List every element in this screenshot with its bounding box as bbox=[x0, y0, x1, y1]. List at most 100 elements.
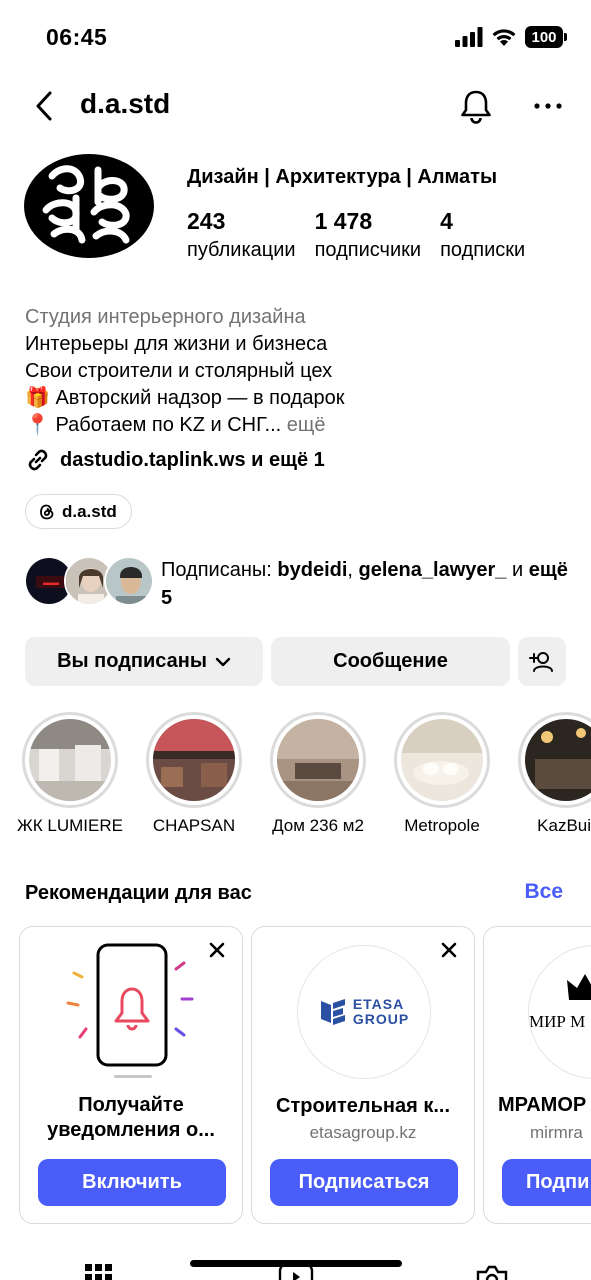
bio-line: Интерьеры для жизни и бизнеса bbox=[25, 333, 328, 355]
stat-posts[interactable]: 243 публикации bbox=[187, 208, 296, 262]
profile-bio: Студия интерьерного дизайна Интерьеры дл… bbox=[25, 304, 575, 439]
recommendation-name: МРАМОР bbox=[498, 1094, 587, 1116]
recommendation-card: МИР М МРАМОР mirmra Подпи bbox=[483, 926, 591, 1224]
highlight-ring bbox=[22, 712, 118, 808]
highlight-item[interactable]: CHAPSAN bbox=[139, 712, 249, 836]
follower-username: bydeidi bbox=[277, 559, 348, 581]
recommendation-card: Получайте уведомления о... Включить bbox=[19, 926, 243, 1224]
stat-number: 243 bbox=[187, 208, 226, 234]
suggested-users-button[interactable] bbox=[518, 637, 566, 686]
bio-line: Свои строители и столярный цех bbox=[25, 360, 333, 382]
threads-icon bbox=[40, 504, 54, 519]
see-all-link[interactable]: Все bbox=[524, 880, 563, 904]
follow-button[interactable]: Подпи bbox=[502, 1159, 591, 1206]
following-button[interactable]: Вы подписаны bbox=[25, 637, 263, 686]
stat-label: публикации bbox=[187, 239, 296, 261]
grid-icon[interactable] bbox=[84, 1262, 114, 1280]
profile-header: d.a.std bbox=[0, 76, 591, 136]
recommendation-name-line: Получайте bbox=[78, 1094, 184, 1116]
highlight-label: KazBuil bbox=[537, 816, 591, 835]
highlight-item[interactable]: Дом 236 м2 bbox=[263, 712, 373, 836]
avatar-logo-icon bbox=[24, 154, 154, 258]
recommendations-title: Рекомендации для вас bbox=[25, 882, 252, 904]
chevron-left-icon bbox=[36, 91, 52, 121]
avatar[interactable] bbox=[24, 154, 156, 258]
enable-button[interactable]: Включить bbox=[38, 1159, 226, 1206]
avatar bbox=[104, 556, 154, 606]
status-time: 06:45 bbox=[46, 24, 108, 50]
recommendation-name: Получайте уведомления о... bbox=[20, 1093, 242, 1143]
stat-following[interactable]: 4 подписки bbox=[440, 208, 525, 262]
recommendation-subtitle: mirmra bbox=[530, 1123, 583, 1142]
close-icon[interactable] bbox=[438, 939, 460, 961]
highlight-label: ЖК LUMIERE bbox=[17, 816, 123, 835]
stat-number: 1 478 bbox=[314, 208, 373, 234]
profile-category: Дизайн | Архитектура | Алматы bbox=[187, 166, 498, 188]
highlight-ring bbox=[270, 712, 366, 808]
chevron-down-icon bbox=[215, 657, 231, 666]
stat-label: подписки bbox=[440, 239, 526, 261]
page-title: d.a.std bbox=[80, 88, 171, 119]
mutual-followers-text[interactable]: Подписаны: bydeidi, gelena_lawyer_ и ещё… bbox=[161, 556, 571, 612]
notifications-button[interactable] bbox=[456, 86, 496, 126]
mir-logo-text: МИР М bbox=[529, 1012, 586, 1031]
stat-followers[interactable]: 1 478 подписчики bbox=[315, 208, 421, 262]
highlight-item[interactable]: Metropole bbox=[387, 712, 497, 836]
highlight-thumbnail bbox=[277, 719, 359, 801]
status-icons: 100 bbox=[455, 26, 567, 48]
highlight-thumbnail bbox=[401, 719, 483, 801]
back-button[interactable] bbox=[24, 86, 64, 126]
story-highlights: ЖК LUMIERE CHAPSAN Дом 236 м2 Metropole … bbox=[0, 712, 591, 842]
add-person-icon bbox=[529, 651, 553, 672]
highlight-label: Дом 236 м2 bbox=[272, 816, 364, 835]
message-label: Сообщение bbox=[333, 650, 448, 672]
highlight-item[interactable]: ЖК LUMIERE bbox=[15, 712, 125, 836]
recommendation-card: ETASA GROUP Строительная к... etasagroup… bbox=[251, 926, 475, 1224]
followed-prefix: Подписаны: bbox=[161, 559, 278, 581]
more-horizontal-icon bbox=[534, 103, 562, 109]
follower-username: gelena_lawyer_ bbox=[358, 559, 507, 581]
highlight-thumbnail bbox=[29, 719, 111, 801]
battery-indicator: 100 bbox=[525, 26, 567, 48]
profile-actions: Вы подписаны Сообщение bbox=[25, 637, 566, 686]
message-button[interactable]: Сообщение bbox=[271, 637, 510, 686]
follow-button[interactable]: Подписаться bbox=[270, 1159, 458, 1206]
link-icon bbox=[28, 449, 48, 471]
followed-suffix: и bbox=[506, 559, 529, 581]
tagged-photos-icon[interactable] bbox=[474, 1262, 510, 1280]
avatar-image bbox=[106, 558, 152, 604]
avatar[interactable]: МИР М bbox=[528, 945, 591, 1079]
etasa-logo-icon bbox=[320, 999, 345, 1025]
home-indicator bbox=[190, 1260, 402, 1267]
highlight-ring bbox=[146, 712, 242, 808]
bio-line: 📍 Работаем по KZ и СНГ... bbox=[25, 414, 282, 436]
logo-line: ETASA bbox=[352, 996, 405, 1012]
following-label: Вы подписаны bbox=[57, 650, 207, 672]
avatar[interactable]: ETASA GROUP bbox=[297, 945, 431, 1079]
cellular-signal-icon bbox=[455, 27, 483, 47]
highlight-item[interactable]: KazBuil bbox=[511, 712, 591, 836]
highlight-ring bbox=[394, 712, 490, 808]
recommendation-name-line: уведомления о... bbox=[47, 1119, 215, 1141]
wifi-icon bbox=[492, 29, 516, 46]
svg-text:▬▬: ▬▬ bbox=[43, 578, 59, 587]
bell-icon bbox=[461, 90, 491, 124]
stat-label: подписчики bbox=[314, 239, 422, 261]
close-icon[interactable] bbox=[206, 939, 228, 961]
bio-category: Студия интерьерного дизайна bbox=[25, 306, 306, 328]
threads-badge[interactable]: d.a.std bbox=[25, 494, 132, 529]
profile-link[interactable]: dastudio.taplink.ws и ещё 1 bbox=[24, 446, 325, 474]
profile-stats: 243 публикации 1 478 подписчики 4 подпис… bbox=[187, 208, 544, 262]
highlight-thumbnail bbox=[525, 719, 591, 801]
more-options-button[interactable] bbox=[528, 86, 568, 126]
highlight-thumbnail bbox=[153, 719, 235, 801]
recommendation-subtitle: etasagroup.kz bbox=[309, 1123, 417, 1142]
highlight-label: Metropole bbox=[404, 816, 480, 835]
stat-number: 4 bbox=[440, 208, 453, 234]
highlight-label: CHAPSAN bbox=[152, 816, 236, 835]
threads-handle: d.a.std bbox=[62, 501, 117, 521]
logo-line: GROUP bbox=[352, 1011, 410, 1027]
highlight-ring bbox=[518, 712, 591, 808]
bio-more-link[interactable]: ещё bbox=[287, 414, 326, 436]
recommendation-name: Строительная к... bbox=[276, 1095, 450, 1117]
